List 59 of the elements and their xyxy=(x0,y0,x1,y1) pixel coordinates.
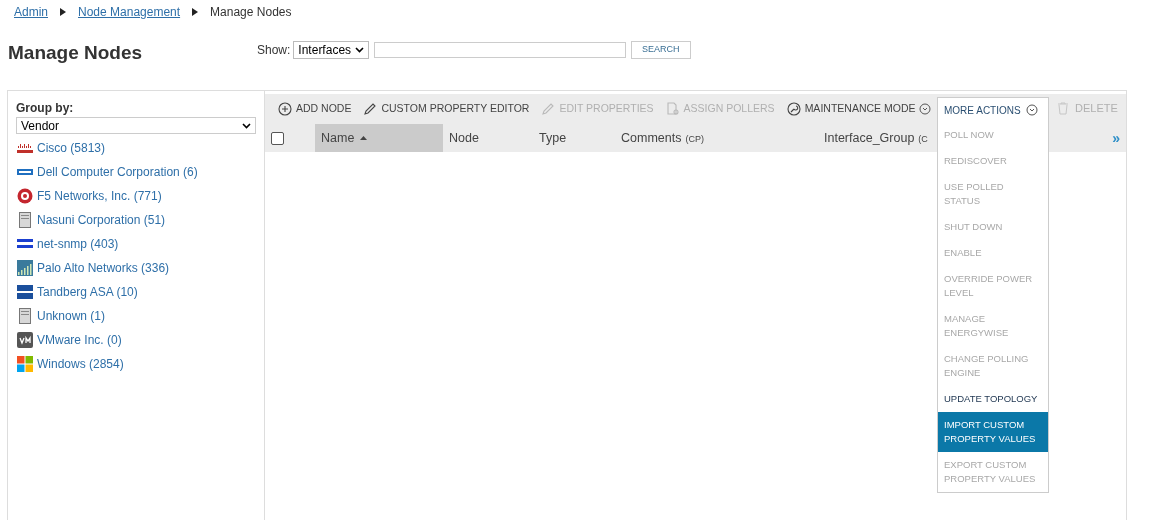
vm-logo-icon xyxy=(16,332,33,348)
menu-item[interactable]: UPDATE TOPOLOGY xyxy=(938,386,1048,412)
server-icon xyxy=(18,212,31,228)
column-header[interactable]: Interface_Group (C xyxy=(818,124,938,152)
trash-icon xyxy=(1057,101,1069,115)
dell-logo-icon xyxy=(16,168,33,176)
breadcrumb-link[interactable]: Admin xyxy=(14,3,48,21)
menu-item[interactable]: IMPORT CUSTOM PROPERTY VALUES xyxy=(938,412,1048,452)
group-by-select[interactable]: Vendor xyxy=(16,117,256,134)
stripes-logo-icon xyxy=(16,284,33,300)
column-title: Node xyxy=(449,129,479,147)
chevron-down-icon xyxy=(355,47,365,53)
column-title: Type xyxy=(539,129,567,147)
group-by-label: Group by: xyxy=(16,100,75,117)
bar-graph-logo-icon xyxy=(16,260,33,276)
search-field[interactable] xyxy=(374,42,627,58)
toolbar-button[interactable]: ADD NODE xyxy=(278,101,352,117)
vendor-link[interactable]: Unknown (1) xyxy=(37,307,106,325)
toolbar-button[interactable]: CUSTOM PROPERTY EDITOR xyxy=(363,101,530,117)
vendor-link[interactable]: Dell Computer Corporation (6) xyxy=(37,163,198,181)
column-header[interactable]: Node xyxy=(443,124,533,152)
select-all-checkbox[interactable] xyxy=(271,131,284,145)
column-header[interactable]: Name xyxy=(315,124,443,152)
server-icon xyxy=(18,308,31,324)
more-actions-button[interactable]: MORE ACTIONS xyxy=(938,98,1038,122)
vendor-link[interactable]: Palo Alto Networks (336) xyxy=(37,259,170,277)
pencil-icon xyxy=(541,102,556,116)
show-select[interactable]: Interfaces xyxy=(293,41,370,59)
vendor-link[interactable]: Tandberg ASA (10) xyxy=(37,283,138,301)
column-header[interactable]: Comments (CP) xyxy=(615,124,818,152)
column-title: Comments (CP) xyxy=(621,129,704,147)
chevron-down-icon xyxy=(242,122,251,129)
document-gear-icon xyxy=(665,102,680,116)
network-logo-icon xyxy=(16,238,33,250)
vendor-link[interactable]: VMware Inc. (0) xyxy=(37,331,122,349)
page-title: Manage Nodes xyxy=(8,40,144,65)
toolbar-button[interactable]: MAINTENANCE MODE xyxy=(786,101,932,117)
cisco-logo-icon xyxy=(16,142,33,154)
vendor-link[interactable]: F5 Networks, Inc. (771) xyxy=(37,187,162,205)
breadcrumb-link[interactable]: Node Management xyxy=(78,3,181,21)
vendor-link[interactable]: Windows (2854) xyxy=(37,355,124,373)
sort-up-icon xyxy=(360,136,368,140)
column-title: Name xyxy=(321,129,355,147)
pencil-icon xyxy=(363,102,378,116)
breadcrumb-current: Manage Nodes xyxy=(210,4,292,21)
breadcrumb-arrow-icon xyxy=(60,8,66,16)
vendor-link[interactable]: Cisco (5813) xyxy=(37,139,106,157)
chevron-circle-icon xyxy=(1025,104,1038,116)
windows-logo-icon xyxy=(16,356,33,372)
search-button[interactable]: SEARCH xyxy=(631,41,691,59)
more-columns-button[interactable]: » xyxy=(1112,127,1120,149)
vendor-link[interactable]: net-snmp (403) xyxy=(37,235,119,253)
column-title: Interface_Group (C xyxy=(824,129,928,147)
vendor-link[interactable]: Nasuni Corporation (51) xyxy=(37,211,166,229)
f5-logo-icon xyxy=(16,188,33,204)
plus-circle-icon xyxy=(278,102,292,116)
show-label: Show: xyxy=(257,42,291,59)
column-header[interactable]: Type xyxy=(533,124,615,152)
breadcrumb-arrow-icon xyxy=(192,8,199,16)
